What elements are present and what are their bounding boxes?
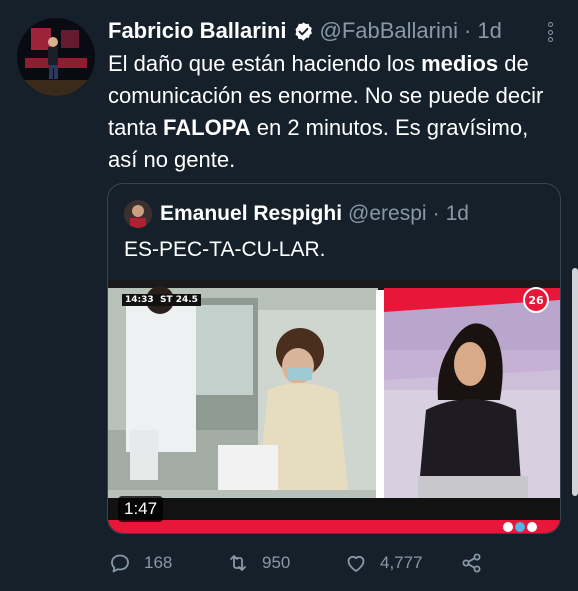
retweet-button[interactable]: 950 xyxy=(226,548,290,578)
quoted-tweet-time: 1d xyxy=(445,202,469,225)
quoted-author-name: Emanuel Respighi xyxy=(160,202,343,225)
like-button[interactable]: 4,777 xyxy=(344,548,423,578)
video-duration: 1:47 xyxy=(118,496,164,522)
author-avatar[interactable] xyxy=(17,18,95,96)
tweet-text-part: El daño que están haciendo los xyxy=(108,51,422,76)
tweet[interactable]: Fabricio Ballarini @FabBallarini · 1d El… xyxy=(0,0,578,591)
more-options-icon[interactable] xyxy=(540,20,560,44)
reply-count: 168 xyxy=(144,553,173,572)
separator-dot: · xyxy=(464,18,472,43)
reply-icon xyxy=(111,554,129,573)
verified-badge-icon xyxy=(293,21,314,42)
separator-dot: · xyxy=(432,202,440,225)
tweet-text: El daño que están haciendo los medios de… xyxy=(108,48,548,176)
video-player[interactable]: 26 14:33 ST 24.5 1:47 xyxy=(108,280,560,533)
channel-logo: 26 xyxy=(528,294,544,307)
tweet-time[interactable]: 1d xyxy=(477,18,501,44)
quoted-tweet[interactable]: Emanuel Respighi @erespi · 1d ES-PEC-TA-… xyxy=(107,183,561,534)
tweet-text-bold: FALOPA xyxy=(163,115,251,140)
retweet-count: 950 xyxy=(262,553,291,572)
tweet-header: Fabricio Ballarini @FabBallarini · 1d xyxy=(108,16,502,46)
author-handle[interactable]: @FabBallarini xyxy=(320,18,459,44)
share-button[interactable] xyxy=(460,548,496,578)
retweet-icon xyxy=(230,555,246,571)
scrollbar[interactable] xyxy=(572,268,578,496)
action-bar: 168 950 4,777 xyxy=(108,548,548,578)
share-icon xyxy=(462,553,481,573)
tweet-text-bold: medios xyxy=(421,51,499,76)
quoted-author-avatar xyxy=(124,200,152,228)
video-overlay-clock: 14:33 ST 24.5 xyxy=(122,294,201,306)
overlay-time: 14:33 xyxy=(125,295,154,305)
reply-button[interactable]: 168 xyxy=(108,548,172,578)
like-count: 4,777 xyxy=(380,553,423,572)
quoted-tweet-text: ES-PEC-TA-CU-LAR. xyxy=(124,238,326,261)
overlay-temp: ST 24.5 xyxy=(159,295,198,305)
quoted-author-handle: @erespi xyxy=(348,202,427,225)
quoted-tweet-header: Emanuel Respighi @erespi · 1d xyxy=(124,199,469,229)
video-frame: 26 xyxy=(108,280,560,533)
like-icon xyxy=(347,555,365,572)
author-name[interactable]: Fabricio Ballarini xyxy=(108,18,287,44)
